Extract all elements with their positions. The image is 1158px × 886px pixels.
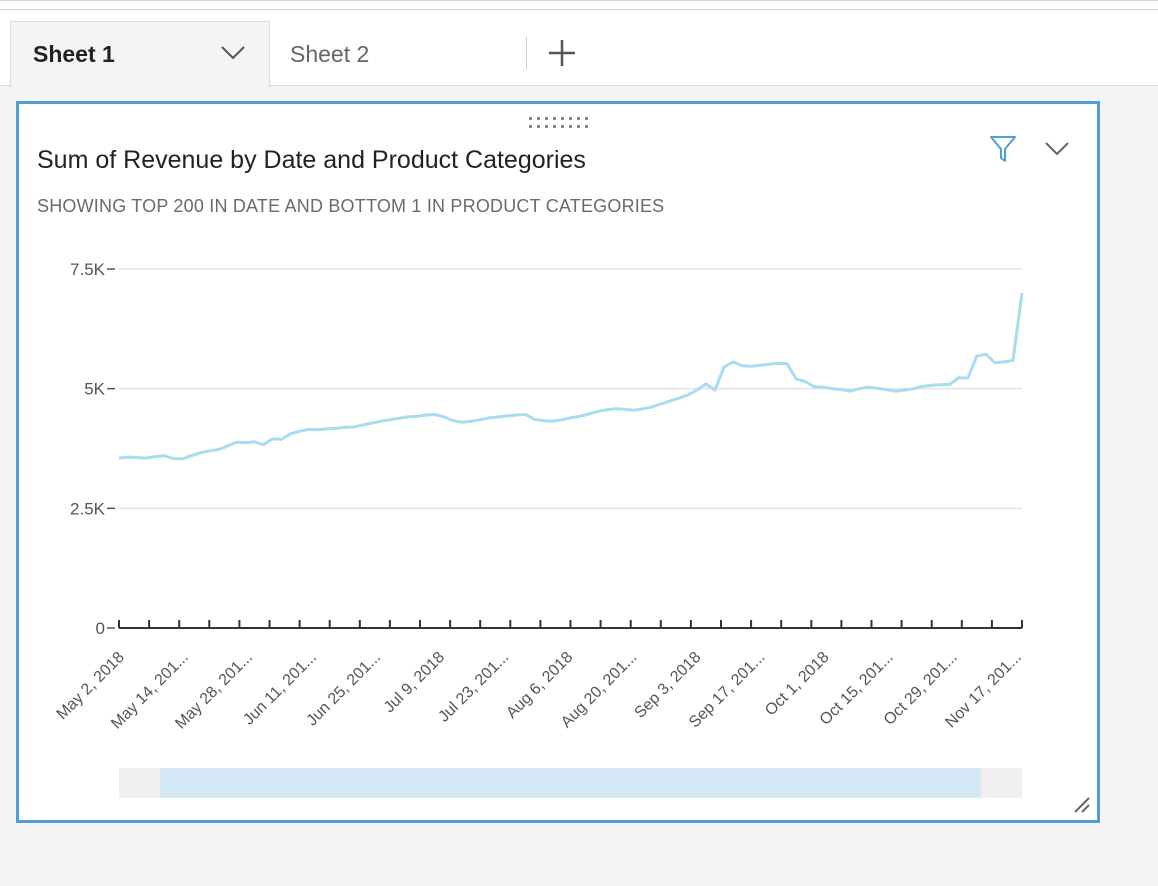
y-tick-label: 7.5K [70, 260, 106, 279]
chart-widget: Sum of Revenue by Date and Product Categ… [16, 101, 1100, 823]
x-tick-label: Jul 9, 2018 [381, 649, 448, 716]
y-tick-label: 5K [84, 380, 105, 399]
top-divider [0, 9, 1158, 10]
resize-icon[interactable] [1071, 794, 1091, 814]
chart-scrollbar-thumb[interactable] [159, 768, 982, 798]
chevron-down-icon[interactable] [219, 44, 247, 62]
revenue-line[interactable] [118, 292, 1024, 461]
sheet-tab-bar: Sheet 1 Sheet 2 [0, 0, 1158, 87]
tab-sheet-1-label: Sheet 1 [33, 41, 115, 67]
add-sheet-icon[interactable] [546, 37, 578, 69]
tab-sheet-1[interactable]: Sheet 1 [10, 21, 270, 87]
tab-sheet-2[interactable]: Sheet 2 [290, 41, 369, 68]
tab-divider [526, 37, 527, 69]
line-chart: 02.5K5K7.5K May 2, 2018May 14, 201...May… [54, 260, 1025, 733]
y-tick-label: 0 [96, 619, 105, 638]
x-tick-label: Oct 1, 2018 [762, 649, 833, 720]
y-tick-label: 2.5K [70, 499, 106, 518]
